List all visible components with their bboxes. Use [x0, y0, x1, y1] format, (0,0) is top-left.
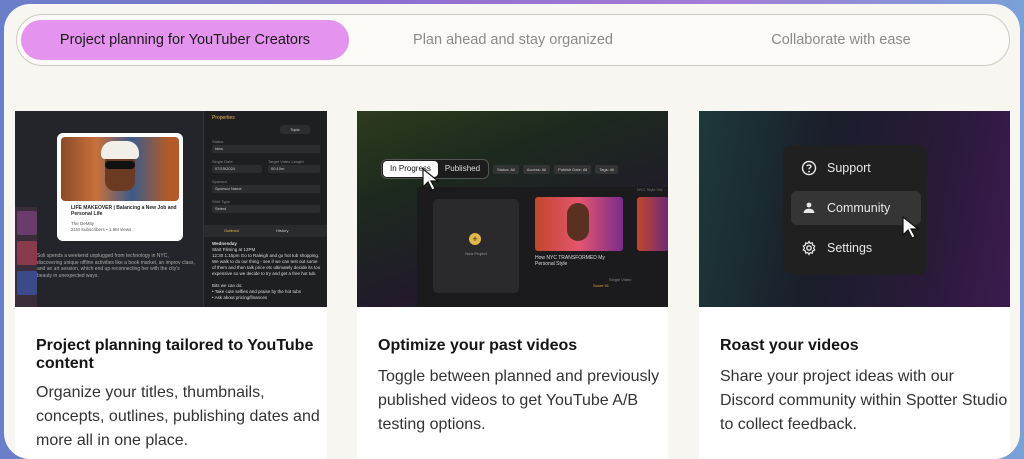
menu-label: Settings [827, 241, 873, 255]
channel-info: The DeMity 21M Subscribers • 1.9M views [71, 221, 179, 233]
filter-status[interactable]: Status: All [493, 165, 519, 174]
properties-title: Properties [212, 115, 235, 121]
field-label: Status [212, 139, 224, 144]
new-project-label: New Project [465, 251, 487, 256]
filter-bar: Status: All Access: All Publish Date: Al… [493, 165, 619, 174]
video-title: LIFE MAKEOVER | Balancing a New Job and … [71, 205, 177, 217]
video-description: Soli spends a weekend unplugged from tec… [37, 253, 195, 279]
mini-thumbnail [17, 241, 37, 265]
card-screenshot: Support Community Settings [699, 111, 1010, 307]
notes-body: Start Filming at 12PM 12:30 1:15pm Go to… [212, 247, 321, 300]
new-project-card[interactable]: + New Project [433, 199, 519, 293]
status-field[interactable]: Idea [212, 145, 320, 153]
properties-tabs: Outlined History [204, 225, 327, 237]
filter-access[interactable]: Access: All [522, 165, 551, 174]
tab-collaborate[interactable]: Collaborate with ease [677, 20, 1005, 60]
card-body: Share your project ideas with our Discor… [720, 368, 1008, 433]
question-icon [801, 160, 817, 176]
cursor-icon [422, 167, 440, 191]
field-label: Shirt Type [212, 199, 230, 204]
properties-panel: Properties Topic Status Idea Single Date… [203, 111, 327, 307]
discord-menu: Support Community Settings [783, 145, 927, 275]
mini-thumbnail [17, 211, 37, 235]
video-thumbnail[interactable] [637, 197, 668, 251]
video-preview-card[interactable]: LIFE MAKEOVER | Balancing a New Job and … [57, 133, 183, 241]
thumbnail-glasses [105, 161, 135, 169]
card-screenshot: LIFE MAKEOVER | Balancing a New Job and … [15, 111, 327, 307]
video-thumbnail[interactable] [535, 197, 623, 251]
card-screenshot: Status: All Access: All Publish Date: Al… [357, 111, 668, 307]
plus-icon: + [469, 233, 481, 245]
topic-tag[interactable]: Topic [280, 125, 310, 134]
date-field[interactable]: 07/15/2024 [212, 165, 262, 173]
tab-history[interactable]: History [276, 228, 288, 233]
card-title: Project planning tailored to YouTube con… [36, 337, 314, 372]
thumbnail-strip [15, 207, 37, 307]
filter-tags[interactable]: Tags: All [595, 165, 619, 174]
cursor-icon [902, 215, 920, 239]
gear-icon [802, 240, 816, 256]
channel-meta: 21M Subscribers • 1.9M views [71, 227, 132, 232]
field-label: Target Video Length [268, 159, 304, 164]
toggle-published[interactable]: Published [438, 161, 487, 177]
menu-item-support[interactable]: Support [791, 151, 921, 185]
tab-plan-ahead[interactable]: Plan ahead and stay organized [349, 20, 677, 60]
card-body: Toggle between planned and previously pu… [378, 368, 660, 433]
field-label: Sponsor [212, 179, 227, 184]
tab-project-planning[interactable]: Project planning for YouTuber Creators [21, 20, 349, 60]
video-label: NYC Style Vid... [637, 187, 666, 192]
outline-notes: Wednesday Start Filming at 12PM 12:30 1:… [212, 241, 322, 301]
field-label: Single Date [212, 159, 233, 164]
feature-tabs: Project planning for YouTuber Creators P… [16, 14, 1010, 66]
feature-card-optimize: Status: All Access: All Publish Date: Al… [357, 111, 668, 459]
feature-card-roast: Support Community Settings Roast your vi… [699, 111, 1010, 459]
card-body: Organize your titles, thumbnails, concep… [36, 384, 320, 449]
community-icon [803, 202, 815, 213]
menu-label: Community [827, 201, 891, 215]
video-title: How NYC TRANSFORMED My Personal Style [535, 255, 605, 267]
menu-label: Support [827, 161, 871, 175]
video-meta-label: Single Video [609, 277, 632, 282]
feature-panel: Project planning for YouTuber Creators P… [4, 4, 1020, 459]
card-title: Optimize your past videos [378, 337, 578, 354]
length-field[interactable]: 00:10m [268, 165, 320, 173]
thumbnail-person [567, 203, 589, 241]
feature-card-planning: LIFE MAKEOVER | Balancing a New Job and … [15, 111, 327, 459]
filter-publish-date[interactable]: Publish Date: All [554, 165, 592, 174]
card-title: Roast your videos [720, 337, 859, 354]
video-score: Score 91 [593, 283, 610, 288]
shirt-field[interactable]: Select [212, 205, 320, 213]
video-thumbnail [61, 137, 179, 201]
sponsor-field[interactable]: Sponsor Name [212, 185, 320, 193]
thumbnail-headwrap [101, 141, 139, 159]
mini-thumbnail [17, 271, 37, 295]
tab-outlined[interactable]: Outlined [224, 228, 239, 233]
